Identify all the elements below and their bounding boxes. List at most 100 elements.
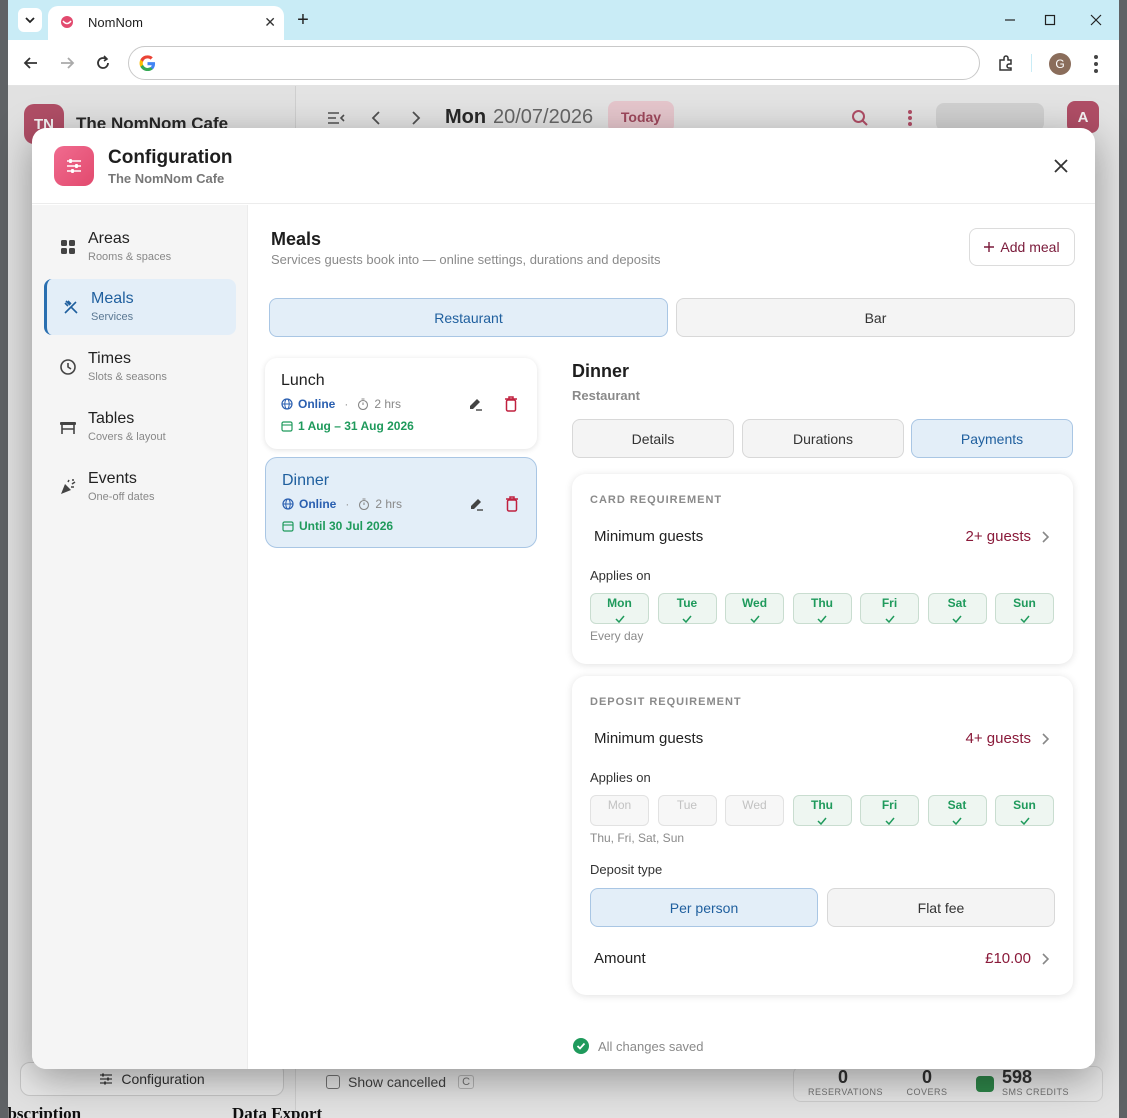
check-icon (794, 812, 851, 826)
browser-menu-icon[interactable] (1088, 52, 1104, 76)
timer-icon (359, 498, 370, 510)
close-icon[interactable] (1049, 154, 1073, 178)
applies-on-label: Applies on (590, 568, 651, 583)
sidebar-item-sub: Covers & layout (88, 431, 166, 443)
day-toggle-wed[interactable]: Wed (725, 593, 784, 624)
back-icon[interactable] (18, 50, 44, 76)
meal-dates: Until 30 Jul 2026 (299, 519, 394, 533)
day-label: Sun (1013, 596, 1036, 610)
plus-icon (984, 242, 995, 252)
window-close-icon[interactable] (1086, 10, 1106, 30)
check-icon (861, 812, 918, 826)
minimize-icon[interactable] (1000, 10, 1020, 30)
card-min-guests-row[interactable]: Minimum guests 2+ guests (590, 522, 1055, 552)
day-toggle-thu[interactable]: Thu (792, 795, 852, 826)
edit-icon[interactable] (465, 394, 485, 414)
day-toggle-fri[interactable]: Fri (860, 795, 919, 826)
sidebar-item-times[interactable]: Times Slots & seasons (44, 339, 236, 395)
sidebar-item-tables[interactable]: Tables Covers & layout (44, 399, 236, 455)
day-toggle-wed[interactable]: Wed (725, 795, 784, 826)
address-bar[interactable] (128, 46, 980, 80)
party-popper-icon (58, 477, 78, 497)
day-toggle-mon[interactable]: Mon (590, 593, 649, 624)
sidebar-item-events[interactable]: Events One-off dates (44, 459, 236, 515)
amount-row[interactable]: Amount £10.00 (590, 944, 1055, 974)
configuration-modal: Configuration The NomNom Cafe Areas Room… (32, 128, 1095, 1069)
day-toggle-sun[interactable]: Sun (995, 795, 1054, 826)
meal-card-lunch[interactable]: Lunch Online · 2 hrs 1 Aug – 31 Aug 2026 (265, 358, 537, 449)
day-toggle-sat[interactable]: Sat (927, 593, 987, 624)
chevron-right-icon (1042, 531, 1050, 543)
add-meal-button[interactable]: Add meal (969, 228, 1075, 266)
sidebar-item-meals[interactable]: Meals Services (44, 279, 236, 335)
sidebar-item-areas[interactable]: Areas Rooms & spaces (44, 219, 236, 275)
tab-title: NomNom (88, 15, 143, 30)
edit-icon[interactable] (466, 494, 486, 514)
timer-icon (358, 398, 369, 410)
browser-tab[interactable]: NomNom ✕ (48, 6, 284, 40)
deposit-type-flat-fee[interactable]: Flat fee (827, 888, 1055, 927)
day-toggle-mon[interactable]: Mon (590, 795, 649, 826)
tab-close-icon[interactable]: ✕ (264, 15, 276, 29)
meal-name: Dinner (282, 472, 330, 489)
day-toggle-thu[interactable]: Thu (792, 593, 852, 624)
check-icon (659, 610, 716, 624)
clock-icon (58, 357, 78, 377)
day-label: Thu (811, 798, 833, 812)
tab-search-button[interactable] (18, 8, 42, 32)
deposit-type-label: Deposit type (590, 862, 663, 877)
meal-name: Lunch (281, 372, 325, 389)
delete-icon[interactable] (501, 394, 521, 414)
sidebar-item-sub: One-off dates (88, 491, 155, 503)
day-label: Fri (881, 798, 898, 812)
min-guests-value: 4+ guests (965, 730, 1031, 747)
settings-sliders-icon (54, 146, 94, 186)
extensions-icon[interactable] (996, 53, 1018, 75)
deposit-min-guests-row[interactable]: Minimum guests 4+ guests (590, 724, 1055, 754)
google-icon (139, 55, 156, 72)
check-icon (929, 812, 986, 826)
day-toggle-sun[interactable]: Sun (995, 593, 1054, 624)
check-icon (794, 610, 851, 624)
days-summary: Every day (590, 629, 644, 643)
day-label: Sat (947, 798, 967, 812)
day-toggle-fri[interactable]: Fri (860, 593, 919, 624)
check-icon (929, 610, 986, 624)
tab-durations[interactable]: Durations (742, 419, 904, 458)
day-toggle-tue[interactable]: Tue (657, 593, 717, 624)
online-status: Online (298, 397, 336, 411)
check-icon (996, 610, 1053, 624)
day-label: Wed (741, 596, 768, 610)
venue-tab-restaurant[interactable]: Restaurant (269, 298, 668, 337)
day-label: Tue (676, 798, 698, 812)
sidebar-item-label: Times (88, 350, 131, 367)
reload-icon[interactable] (90, 50, 116, 76)
save-status-text: All changes saved (598, 1038, 704, 1054)
sidebar-item-label: Tables (88, 410, 135, 427)
meal-card-dinner[interactable]: Dinner Online · 2 hrs Until 30 Jul 2026 (265, 457, 537, 548)
deposit-requirement-panel: DEPOSIT REQUIREMENT Minimum guests 4+ gu… (572, 676, 1073, 995)
forward-icon[interactable] (54, 50, 80, 76)
sidebar-item-label: Meals (91, 290, 134, 307)
check-icon (861, 610, 918, 624)
calendar-icon (282, 521, 294, 532)
day-toggle-sat[interactable]: Sat (927, 795, 987, 826)
min-guests-label: Minimum guests (594, 730, 704, 747)
address-input[interactable] (165, 53, 945, 73)
meal-duration: 2 hrs (374, 397, 402, 411)
tab-strip: NomNom ✕ + (8, 0, 1119, 40)
day-toggle-tue[interactable]: Tue (657, 795, 717, 826)
tab-details[interactable]: Details (572, 419, 734, 458)
venue-tab-bar[interactable]: Bar (676, 298, 1075, 337)
check-icon (591, 610, 648, 624)
meal-date-range: Until 30 Jul 2026 (282, 519, 393, 533)
profile-avatar[interactable]: G (1049, 53, 1071, 75)
browser-toolbar: G (8, 40, 1119, 86)
new-tab-button[interactable]: + (291, 8, 315, 32)
config-sidebar: Areas Rooms & spaces Meals Services Time… (32, 205, 248, 1069)
deposit-type-per-person[interactable]: Per person (590, 888, 818, 927)
min-guests-label: Minimum guests (594, 528, 704, 545)
delete-icon[interactable] (502, 494, 522, 514)
maximize-icon[interactable] (1040, 10, 1060, 30)
tab-payments[interactable]: Payments (911, 419, 1073, 458)
